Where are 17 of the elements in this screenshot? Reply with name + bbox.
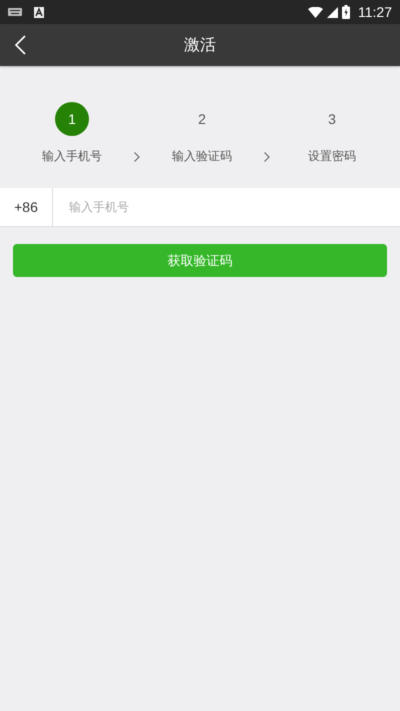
app-notification-icon	[34, 6, 44, 18]
country-code[interactable]: +86	[0, 188, 53, 227]
phone-input-field[interactable]: 输入手机号	[53, 188, 400, 227]
step-number: 3	[327, 110, 337, 129]
step-label: 设置密码	[308, 148, 356, 165]
signal-icon	[327, 6, 338, 18]
step-label: 输入手机号	[42, 148, 102, 165]
status-time: 11:27	[358, 4, 392, 20]
battery-charging-icon	[342, 5, 350, 19]
chevron-right-icon	[134, 152, 140, 162]
step-number: 1	[55, 102, 89, 136]
step-label: 输入验证码	[172, 148, 232, 165]
wifi-icon	[308, 6, 323, 18]
page-title: 激活	[184, 34, 216, 56]
keyboard-icon	[8, 8, 22, 16]
step-number: 2	[197, 110, 207, 129]
chevron-right-icon	[264, 152, 270, 162]
